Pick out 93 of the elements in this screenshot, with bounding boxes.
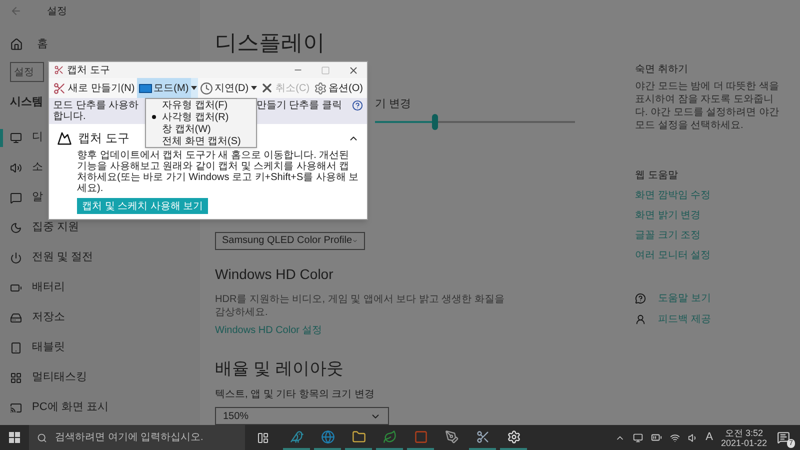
toolbar-button[interactable]: 모드(M)	[136, 78, 191, 98]
search-field[interactable]: 설정	[10, 62, 44, 82]
gear-icon	[506, 430, 520, 444]
help-link[interactable]: 여러 모니터 설정	[635, 248, 711, 263]
clock-date[interactable]: 2021-01-22	[720, 438, 767, 448]
nav-item[interactable]: PC에 화면 표시	[0, 398, 110, 416]
speaker-icon	[10, 162, 22, 174]
nav-item[interactable]: 디	[0, 128, 45, 146]
scale-dropdown[interactable]: 150%	[215, 407, 389, 426]
search-icon	[37, 432, 47, 442]
scissors-icon	[54, 65, 64, 75]
info-text: 합니다.	[53, 111, 86, 122]
rectangle-icon	[138, 84, 152, 92]
grid-icon	[10, 372, 22, 384]
menu-item[interactable]: 사각형 캡처(R)	[146, 111, 256, 123]
info-text: 만들기 단추를 클릭	[256, 100, 342, 111]
input-mode-indicator[interactable]: A	[706, 429, 713, 446]
cast-icon	[10, 402, 22, 414]
folder-icon	[352, 430, 366, 444]
windows-logo-icon[interactable]	[9, 432, 20, 443]
section-title: Windows HD Color	[215, 264, 334, 284]
help-link[interactable]: 도움말 보기	[658, 291, 711, 306]
window-title: 설정	[47, 4, 67, 18]
nav-item[interactable]: 태블릿	[0, 338, 67, 356]
card-text: 향후 업데이트에서 캡처 도구가 새 홈으로 이동합니다. 개선된 기능을 사용해보고 원래와 같이 캡처 및 스케치를 사용해서 캡처하세요(또는 바로 가기 Windows 로고 키+Shift+S를 사용해 보세요).	[77, 150, 359, 194]
moon-icon	[10, 222, 22, 234]
aside-heading: 숙면 취하기	[635, 63, 688, 77]
power-icon	[10, 252, 22, 264]
pen-icon	[444, 430, 458, 444]
battery-icon[interactable]	[650, 432, 662, 443]
home-link[interactable]: 홈	[37, 36, 48, 52]
help-link[interactable]: 화면 깜박임 수정	[635, 188, 711, 203]
scissors-icon	[53, 82, 66, 94]
globe-icon	[320, 430, 334, 444]
clock-icon	[200, 82, 213, 94]
nav-item[interactable]: 배터리	[0, 278, 67, 296]
help-link[interactable]: 화면 밝기 변경	[635, 208, 701, 223]
gear-icon	[314, 82, 327, 94]
bird-icon	[290, 430, 304, 444]
nav-item[interactable]: 소	[0, 158, 45, 176]
scissors-icon	[476, 430, 490, 444]
square-icon	[414, 430, 428, 444]
wifi-icon[interactable]	[670, 432, 680, 442]
close-icon[interactable]	[348, 64, 359, 76]
section-heading: 시스템	[10, 95, 43, 110]
person-icon	[635, 314, 646, 325]
toolbar-button[interactable]: 새로 만들기(N)	[51, 78, 137, 98]
info-text: 모드 단추를 사용하	[53, 100, 139, 111]
setting-label: 텍스트, 앱 및 기타 항목의 크기 변경	[215, 388, 374, 402]
clock-time[interactable]: 오전 3:52	[724, 428, 763, 438]
setting-label: 기 변경	[375, 97, 412, 112]
nav-item[interactable]: 멀티태스킹	[0, 368, 89, 386]
help-link[interactable]: 글꼴 크기 조정	[635, 228, 701, 243]
caret-icon	[191, 86, 198, 90]
menu-item[interactable]: 전체 화면 캡처(S)	[146, 135, 256, 147]
nav-item[interactable]: 집중 지원	[0, 218, 82, 236]
nav-item[interactable]: 저장소	[0, 308, 67, 326]
nav-item[interactable]: 알	[0, 188, 45, 206]
notification-icon[interactable]	[777, 431, 790, 444]
menu-item[interactable]: 자유형 캡처(F)	[146, 99, 256, 111]
page-title: 디스플레이	[215, 29, 325, 57]
mountain-logo-icon	[57, 130, 72, 146]
hd-color-link[interactable]: Windows HD Color 설정	[215, 322, 322, 338]
help-icon	[635, 293, 646, 304]
speech-bubble-icon	[10, 192, 22, 204]
caret-icon	[251, 86, 258, 90]
speaker-icon[interactable]	[688, 432, 698, 442]
toolbar-button[interactable]: 옵션(O)	[312, 78, 365, 98]
drive-icon	[10, 312, 22, 324]
task-view-icon[interactable]	[257, 432, 269, 444]
close-icon	[260, 81, 274, 95]
toolbar-button[interactable]: 지연(D)	[198, 78, 251, 98]
battery-icon	[10, 282, 22, 294]
aside-description: 야간 모드는 밤에 더 따뜻한 색을 표시하여 잠을 자도록 도와줍니다. 야간 모드를 설정하려면 야간 모드 설정을 선택하세요.	[635, 80, 780, 132]
section-description: HDR를 지원하는 비디오, 게임 및 앱에서 보다 밝고 생생한 화질을 감상하세요.	[215, 292, 506, 319]
nav-item[interactable]: 전원 및 절전	[0, 248, 96, 266]
leaf-icon	[382, 430, 396, 444]
profile-dropdown[interactable]: Samsung QLED Color Profile	[215, 232, 365, 250]
taskbar-search-field[interactable]: 검색하려면 여기에 입력하십시오.	[29, 425, 245, 450]
section-title: 배율 및 레이아웃	[215, 358, 344, 380]
slider-thumb[interactable]	[432, 114, 438, 130]
help-icon[interactable]	[352, 100, 363, 111]
home-icon	[10, 38, 23, 50]
help-link[interactable]: 피드백 제공	[658, 312, 711, 327]
monitor-icon	[10, 132, 22, 144]
menu-item[interactable]: 창 캡처(W)	[146, 123, 256, 135]
try-snip-sketch-button[interactable]: 캡처 및 스케치 사용해 보기	[77, 198, 208, 214]
card-title: 캡처 도구	[78, 130, 130, 147]
aside-heading: 웹 도움말	[635, 169, 678, 183]
tablet-icon	[10, 342, 22, 354]
window-title: 캡처 도구	[67, 64, 110, 78]
monitor-icon[interactable]	[632, 432, 643, 442]
slider-track[interactable]	[375, 114, 575, 129]
